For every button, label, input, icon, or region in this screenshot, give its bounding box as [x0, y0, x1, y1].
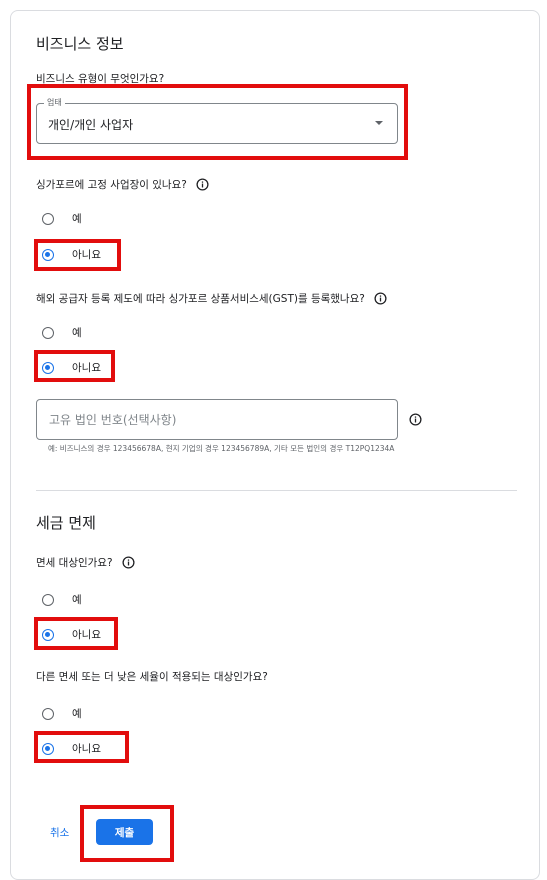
- cancel-button[interactable]: 취소: [50, 825, 69, 840]
- exempt-option-yes[interactable]: 예: [42, 592, 82, 607]
- info-icon[interactable]: [409, 413, 422, 426]
- fixed-establishment-question-text: 싱가포르에 고정 사업장이 있나요?: [36, 179, 187, 191]
- radio-button[interactable]: [42, 707, 54, 720]
- entity-number-hint: 예: 비즈니스의 경우 123456678A, 현지 기업의 경우 123456…: [48, 444, 395, 453]
- radio-label: 예: [72, 213, 82, 225]
- radio-button[interactable]: [42, 593, 54, 606]
- gst-registration-question-text: 해외 공급자 등록 제도에 따라 싱가포르 상품서비스세(GST)를 등록했나요…: [36, 293, 365, 305]
- highlight-box: [34, 731, 129, 763]
- highlight-box: [34, 617, 118, 650]
- radio-label: 예: [72, 327, 82, 339]
- info-icon[interactable]: [196, 178, 209, 191]
- reduced-rate-question: 다른 면세 또는 더 낮은 세율이 적용되는 대상인가요?: [36, 669, 268, 684]
- info-icon[interactable]: [121, 556, 135, 569]
- section-title-business-info: 비즈니스 정보: [36, 35, 124, 53]
- fixed-establishment-option-yes[interactable]: 예: [42, 211, 82, 226]
- highlight-box: [80, 805, 174, 862]
- highlight-box: [27, 84, 408, 160]
- reduced-rate-option-yes[interactable]: 예: [42, 706, 82, 721]
- exempt-question: 면세 대상인가요?: [36, 555, 135, 570]
- entity-number-input[interactable]: [36, 399, 398, 440]
- section-title-tax-exemption: 세금 면제: [36, 514, 96, 532]
- highlight-box: [34, 350, 115, 382]
- fixed-establishment-question: 싱가포르에 고정 사업장이 있나요?: [36, 177, 209, 192]
- highlight-box: [34, 239, 121, 271]
- section-divider: [36, 490, 517, 491]
- radio-label: 예: [72, 594, 82, 606]
- radio-button[interactable]: [42, 212, 54, 225]
- gst-registration-option-yes[interactable]: 예: [42, 325, 82, 340]
- radio-button[interactable]: [42, 326, 54, 339]
- gst-registration-question: 해외 공급자 등록 제도에 따라 싱가포르 상품서비스세(GST)를 등록했나요…: [36, 291, 387, 306]
- radio-label: 예: [72, 708, 82, 720]
- reduced-rate-question-text: 다른 면세 또는 더 낮은 세율이 적용되는 대상인가요?: [36, 671, 268, 683]
- exempt-question-text: 면세 대상인가요?: [36, 557, 113, 569]
- info-icon[interactable]: [374, 292, 387, 305]
